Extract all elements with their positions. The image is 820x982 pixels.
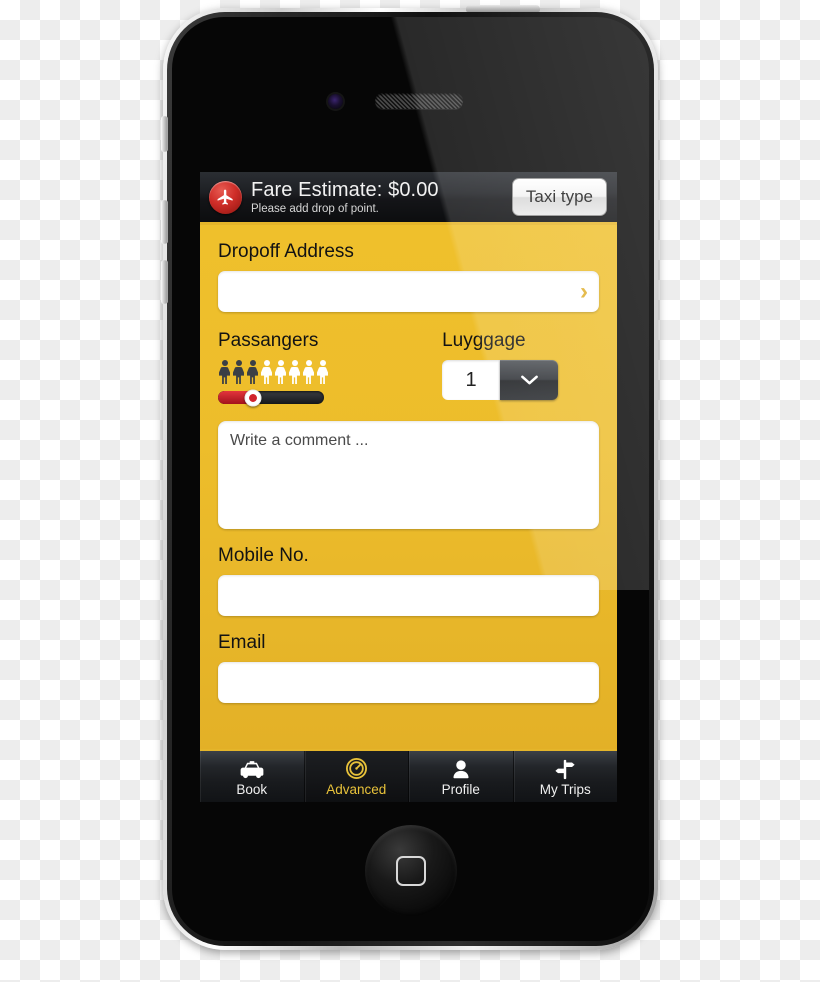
bottom-tab-bar: Book Advanced Profile My Trips — [200, 749, 617, 802]
tab-my-trips[interactable]: My Trips — [514, 751, 618, 802]
passenger-icon[interactable] — [246, 360, 259, 384]
fare-block: Fare Estimate: $0.00 Please add drop of … — [251, 179, 512, 215]
phone-face: Fare Estimate: $0.00 Please add drop of … — [172, 17, 649, 941]
slider-track — [218, 391, 324, 404]
passenger-count-icons[interactable] — [218, 360, 416, 384]
taxi-icon — [239, 757, 265, 780]
tab-label: Advanced — [326, 781, 387, 797]
slider-knob[interactable] — [244, 389, 262, 406]
app-header: Fare Estimate: $0.00 Please add drop of … — [200, 172, 617, 225]
passengers-group: Passangers — [218, 330, 416, 406]
silence-switch[interactable] — [161, 116, 168, 152]
taxi-type-button[interactable]: Taxi type — [511, 178, 607, 216]
tab-book[interactable]: Book — [200, 751, 305, 802]
passengers-slider[interactable] — [218, 389, 324, 406]
tab-profile[interactable]: Profile — [409, 751, 514, 802]
email-input[interactable] — [218, 662, 599, 703]
dropoff-address-label: Dropoff Address — [218, 241, 354, 262]
fare-estimate-title: Fare Estimate: $0.00 — [251, 179, 439, 201]
passenger-icon[interactable] — [274, 360, 287, 384]
form-body: Dropoff Address › Passangers Luyggage 1 … — [200, 225, 617, 802]
fare-estimate-subtitle: Please add drop of point. — [251, 203, 379, 215]
home-square-icon — [395, 856, 426, 886]
tab-label: Book — [236, 781, 268, 797]
mobile-no-label: Mobile No. — [218, 545, 309, 566]
passenger-icon[interactable] — [218, 360, 231, 384]
luggage-value[interactable]: 1 — [442, 360, 501, 400]
dropoff-address-input[interactable]: › — [218, 271, 599, 312]
passenger-icon[interactable] — [260, 360, 273, 384]
phone-device: Fare Estimate: $0.00 Please add drop of … — [161, 5, 658, 950]
chevron-down-icon[interactable] — [500, 360, 559, 400]
luggage-group: Luyggage 1 — [416, 330, 599, 404]
passenger-icon[interactable] — [302, 360, 315, 384]
power-button[interactable] — [466, 5, 540, 12]
front-camera-icon — [328, 94, 343, 109]
tab-label: My Trips — [539, 781, 591, 797]
volume-down-button[interactable] — [161, 260, 168, 304]
signpost-icon — [553, 757, 577, 780]
email-label: Email — [218, 632, 266, 653]
passenger-icon[interactable] — [232, 360, 245, 384]
tab-advanced[interactable]: Advanced — [304, 751, 409, 802]
home-button[interactable] — [364, 825, 457, 917]
airplane-icon — [209, 180, 242, 214]
mobile-no-input[interactable] — [218, 575, 599, 616]
passenger-icon[interactable] — [288, 360, 301, 384]
tab-label: Profile — [441, 781, 480, 797]
comment-textarea[interactable]: Write a comment ... — [218, 421, 599, 529]
person-icon — [451, 757, 471, 780]
luggage-stepper[interactable]: 1 — [442, 360, 599, 400]
luggage-label: Luyggage — [442, 330, 526, 351]
passengers-label: Passangers — [218, 330, 319, 351]
earpiece-speaker-icon — [375, 93, 463, 109]
chevron-right-icon[interactable]: › — [580, 279, 588, 304]
passengers-luggage-row: Passangers Luyggage 1 — [218, 330, 599, 406]
passenger-icon[interactable] — [316, 360, 329, 384]
volume-up-button[interactable] — [161, 200, 168, 244]
app-screen: Fare Estimate: $0.00 Please add drop of … — [200, 172, 617, 802]
gauge-icon — [345, 757, 368, 780]
